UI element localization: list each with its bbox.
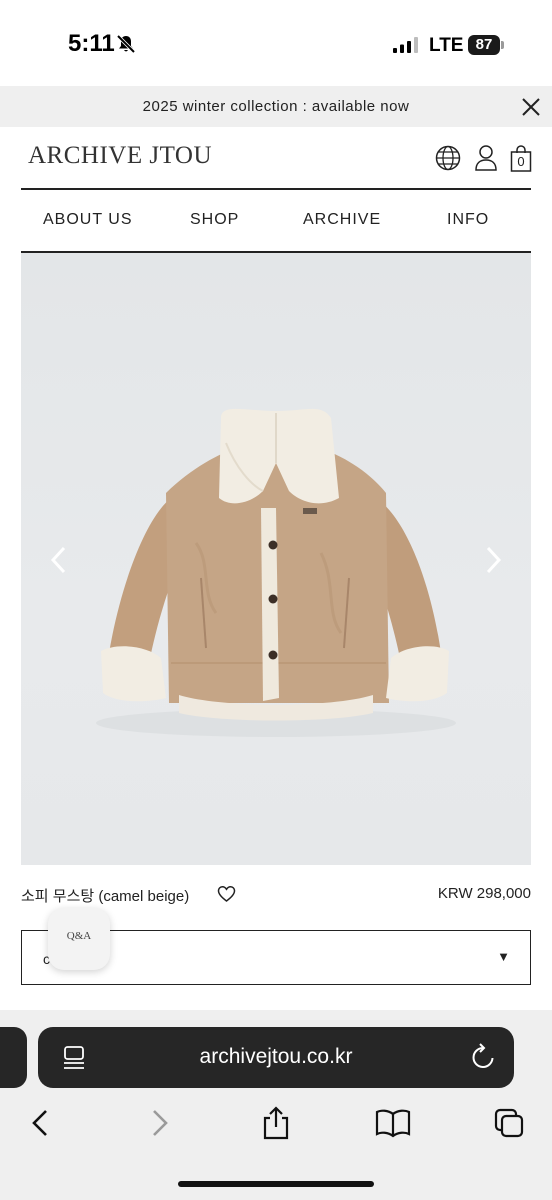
home-indicator [178,1181,374,1187]
bell-off-icon [116,34,136,54]
back-icon[interactable] [28,1106,52,1140]
announcement-text: 2025 winter collection : available now [142,98,410,115]
url-text[interactable]: archivejtou.co.kr [38,1045,514,1069]
next-image-arrow-icon[interactable] [480,540,506,580]
adjacent-tab[interactable] [0,1027,27,1088]
nav-item-shop[interactable]: SHOP [190,211,239,229]
tabs-icon[interactable] [494,1106,526,1140]
site-logo[interactable]: ARCHIVE JTOU [28,142,212,170]
product-image[interactable] [21,253,531,865]
nav-item-about-us[interactable]: ABOUT US [43,211,133,229]
previous-image-arrow-icon[interactable] [46,540,72,580]
nav-item-archive[interactable]: ARCHIVE [303,211,381,229]
status-time: 5:11 [68,30,115,57]
product-name: 소피 무스탕 (camel beige) [21,888,190,905]
qa-label: Q&A [66,930,92,942]
dropdown-caret-icon: ▼ [497,949,510,964]
address-bar[interactable]: archivejtou.co.kr [38,1027,514,1088]
nav-item-info[interactable]: INFO [447,211,489,229]
forward-icon[interactable] [148,1106,172,1140]
product-price: KRW 298,000 [437,885,531,902]
reload-icon[interactable] [470,1043,496,1071]
user-icon[interactable] [474,144,498,172]
bookmarks-icon[interactable] [375,1106,411,1140]
cart-icon[interactable]: 0 [510,145,532,172]
globe-icon[interactable] [435,145,461,171]
coat-illustration [96,408,456,737]
heart-icon[interactable] [217,885,236,903]
battery-level: 87 [468,35,500,55]
share-icon[interactable] [260,1106,292,1140]
network-type: LTE [429,35,464,56]
main-nav: ABOUT US SHOP ARCHIVE INFO [21,190,531,251]
page-menu-icon[interactable] [62,1045,86,1071]
announcement-bar: 2025 winter collection : available now [0,86,552,127]
battery-icon: 87 [468,35,504,55]
qa-button[interactable]: Q&A [48,908,110,970]
cart-count: 0 [517,154,525,169]
close-icon[interactable] [520,96,542,118]
status-bar: 5:11 LTE 87 [0,0,552,86]
signal-icon [393,37,418,53]
